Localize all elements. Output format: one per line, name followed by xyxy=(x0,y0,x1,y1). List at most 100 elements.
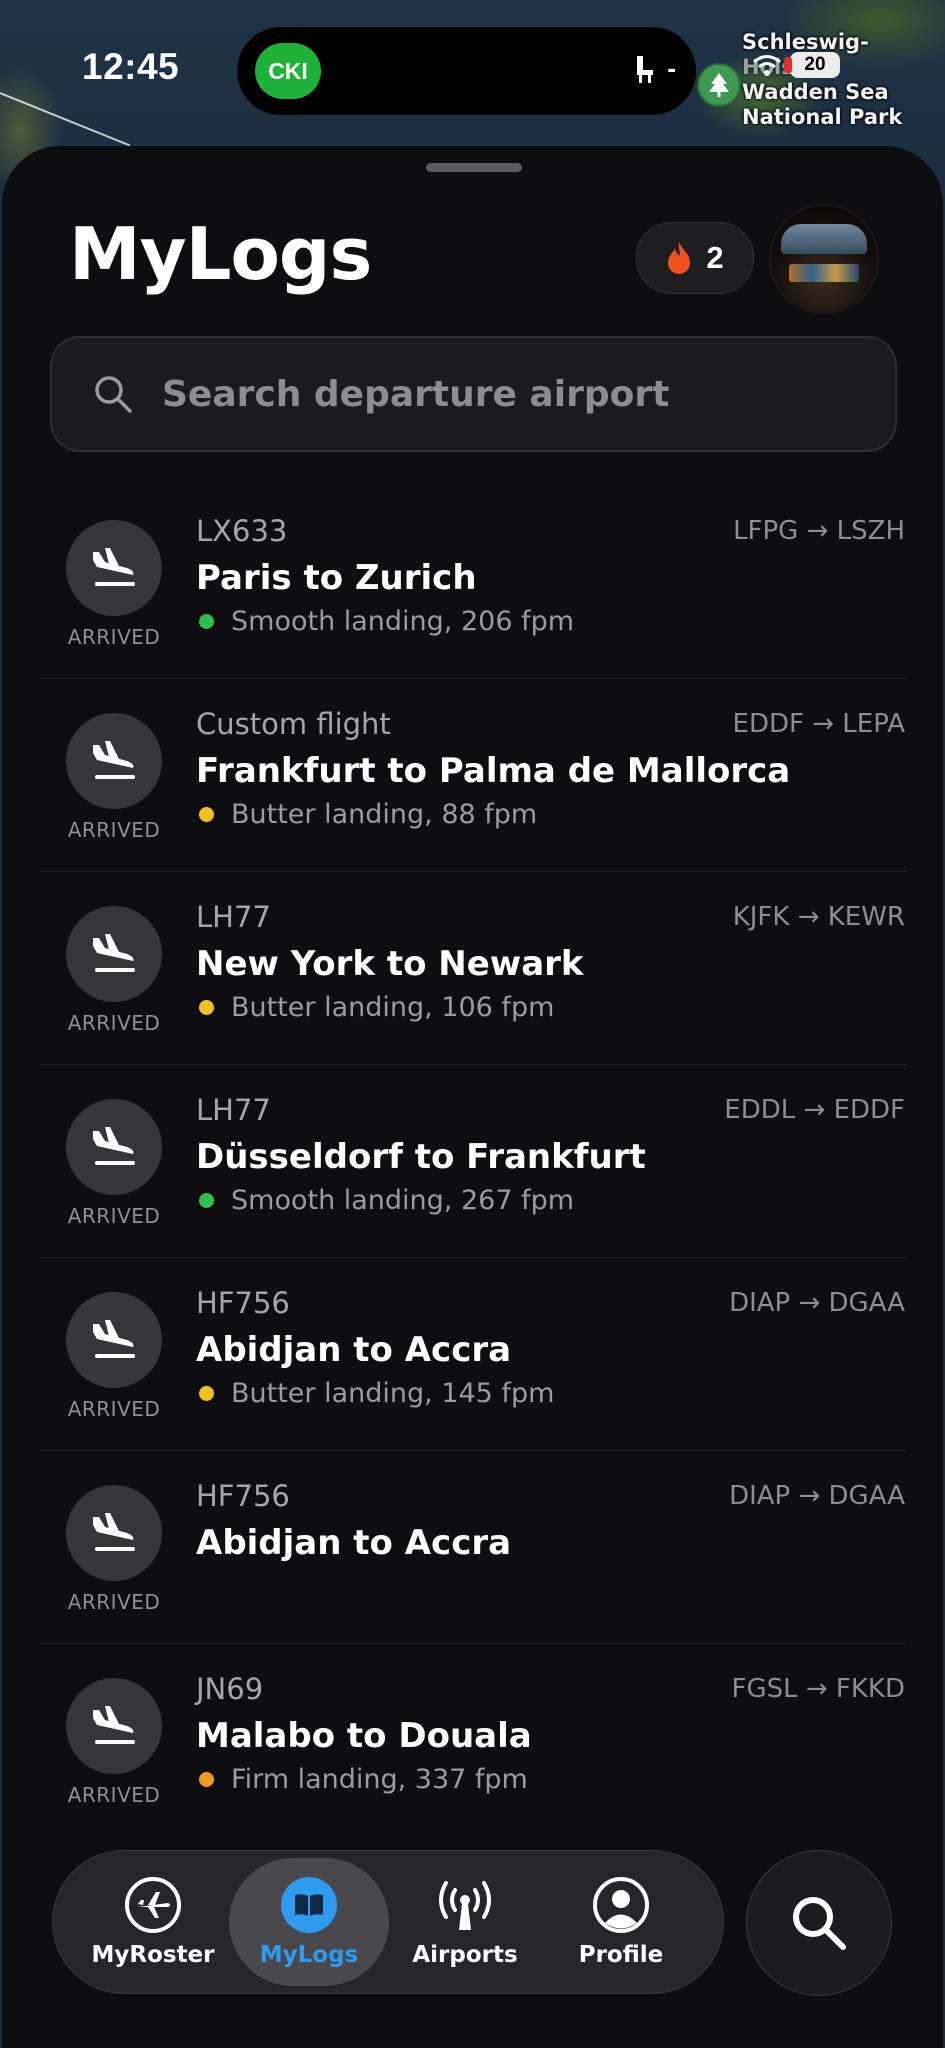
flight-title: Düsseldorf to Frankfurt xyxy=(196,1137,646,1177)
avatar[interactable] xyxy=(771,206,877,312)
landing-quality-dot xyxy=(199,614,214,629)
flight-row[interactable]: ARRIVED LH77 EDDL → EDDF Düsseldorf to Fran… xyxy=(40,1065,907,1258)
park-marker-icon xyxy=(697,63,741,107)
landing-text: Smooth landing, 267 fpm xyxy=(231,1185,575,1216)
flight-row[interactable]: ARRIVED LH77 KJFK → KEWR New York to Newark… xyxy=(40,872,907,1065)
landing-info: Butter landing, 88 fpm xyxy=(196,799,537,830)
flight-code: JN69 xyxy=(196,1672,264,1706)
dynamic-island[interactable]: CKI - xyxy=(237,27,696,115)
landing-quality-dot xyxy=(199,1772,214,1787)
flight-route: FGSL → FKKD xyxy=(731,1674,905,1704)
search-bar[interactable]: Search departure airport xyxy=(50,336,897,452)
landing-text: Butter landing, 145 fpm xyxy=(231,1378,555,1409)
landing-info: Butter landing, 106 fpm xyxy=(196,992,554,1023)
landing-text: Butter landing, 106 fpm xyxy=(231,992,555,1023)
map-label-line: Wadden Sea xyxy=(742,80,889,104)
avatar-windshield xyxy=(781,224,867,254)
search-icon xyxy=(793,1897,846,1950)
activity-badge: CKI xyxy=(255,43,321,99)
landing-quality-dot xyxy=(199,1193,214,1208)
activity-status: - xyxy=(631,53,676,84)
flight-row[interactable]: ARRIVED Custom flight EDDF → LEPA Frankfurt… xyxy=(40,679,907,872)
flight-route: DIAP → DGAA xyxy=(729,1481,905,1511)
landing-info: Butter landing, 145 fpm xyxy=(196,1378,554,1409)
plane-landing-icon xyxy=(66,713,162,809)
map-route-line xyxy=(0,92,131,147)
flight-status: ARRIVED xyxy=(67,1204,161,1228)
map-label-line: National Park xyxy=(742,105,903,129)
flight-row[interactable]: ARRIVED HF756 DIAP → DGAA Abidjan to Accra xyxy=(40,1451,907,1644)
plane-landing-icon xyxy=(66,906,162,1002)
tab-airports[interactable]: Airports xyxy=(385,1851,545,1993)
landing-info: Smooth landing, 206 fpm xyxy=(196,606,574,637)
antenna-icon xyxy=(435,1876,495,1934)
plane-landing-icon xyxy=(66,1485,162,1581)
tab-label: Profile xyxy=(578,1942,664,1968)
battery-indicator: 20 xyxy=(784,52,840,78)
activity-value: - xyxy=(667,53,676,83)
streak-count: 2 xyxy=(706,240,724,275)
flame-icon xyxy=(668,242,691,274)
flight-code: HF756 xyxy=(196,1286,290,1320)
profile-icon xyxy=(592,1876,650,1934)
flight-code: Custom flight xyxy=(196,707,391,741)
flight-status: ARRIVED xyxy=(67,818,161,842)
flight-title: Abidjan to Accra xyxy=(196,1523,512,1563)
flight-list: ARRIVED LX633 LFPG → LSZH Paris to Zurich Sm… xyxy=(2,486,943,1836)
sheet-grabber[interactable] xyxy=(426,163,522,172)
search-icon xyxy=(95,376,132,413)
flight-row[interactable]: ARRIVED JN69 FGSL → FKKD Malabo to Douala Fi… xyxy=(40,1644,907,1836)
tab-label: MyRoster xyxy=(91,1942,215,1968)
flight-status: ARRIVED xyxy=(67,625,161,649)
plane-landing-icon xyxy=(66,1099,162,1195)
tab-label: MyLogs xyxy=(259,1942,359,1968)
plane-landing-icon xyxy=(66,1292,162,1388)
flight-row[interactable]: ARRIVED LX633 LFPG → LSZH Paris to Zurich Sm… xyxy=(40,486,907,679)
flight-route: EDDL → EDDF xyxy=(724,1095,905,1125)
flight-title: Frankfurt to Palma de Mallorca xyxy=(196,751,791,791)
flight-code: LH77 xyxy=(196,900,271,934)
tab-bar: MyRoster MyLogs Airports Profile xyxy=(52,1850,724,1994)
landing-quality-dot xyxy=(199,1000,214,1015)
tab-profile[interactable]: Profile xyxy=(541,1851,701,1993)
tab-mylogs[interactable]: MyLogs xyxy=(229,1858,389,1986)
wifi-icon xyxy=(753,55,781,76)
tab-myroster[interactable]: MyRoster xyxy=(73,1851,233,1993)
flight-title: Paris to Zurich xyxy=(196,558,477,598)
search-input[interactable]: Search departure airport xyxy=(162,374,669,415)
streak-badge[interactable]: 2 xyxy=(636,222,754,294)
plane-landing-icon xyxy=(66,520,162,616)
flight-route: LFPG → LSZH xyxy=(733,516,905,546)
search-button[interactable] xyxy=(746,1850,892,1996)
map-place-label: Schleswig- Holstein Wadden Sea National … xyxy=(742,30,902,130)
flight-code: HF756 xyxy=(196,1479,290,1513)
flight-title: New York to Newark xyxy=(196,944,584,984)
status-icons: 20 xyxy=(752,52,840,78)
flight-status: ARRIVED xyxy=(67,1783,161,1807)
tab-label: Airports xyxy=(412,1942,518,1968)
landing-text: Smooth landing, 206 fpm xyxy=(231,606,575,637)
flight-code: LX633 xyxy=(196,514,288,548)
flight-route: DIAP → DGAA xyxy=(729,1288,905,1318)
flight-row[interactable]: ARRIVED HF756 DIAP → DGAA Abidjan to Accra B… xyxy=(40,1258,907,1451)
flight-title: Malabo to Douala xyxy=(196,1716,532,1756)
landing-quality-dot xyxy=(199,807,214,822)
logs-sheet: MyLogs 2 Search departure airport ARRIVE… xyxy=(2,146,943,2048)
flight-title: Abidjan to Accra xyxy=(196,1330,512,1370)
landing-text: Butter landing, 88 fpm xyxy=(231,799,538,830)
plane-circle-icon xyxy=(124,1876,182,1934)
landing-info: Smooth landing, 267 fpm xyxy=(196,1185,574,1216)
book-icon xyxy=(280,1876,338,1934)
landing-quality-dot xyxy=(199,1386,214,1401)
flight-status: ARRIVED xyxy=(67,1397,161,1421)
flight-code: LH77 xyxy=(196,1093,271,1127)
avatar-panel xyxy=(789,264,859,282)
flight-status: ARRIVED xyxy=(67,1590,161,1614)
landing-info: Firm landing, 337 fpm xyxy=(196,1764,528,1795)
landing-text: Firm landing, 337 fpm xyxy=(231,1764,528,1795)
flight-route: EDDF → LEPA xyxy=(732,709,905,739)
status-time: 12:45 xyxy=(82,46,180,87)
page-title: MyLogs xyxy=(69,212,372,296)
plane-landing-icon xyxy=(66,1678,162,1774)
flight-route: KJFK → KEWR xyxy=(732,902,905,932)
